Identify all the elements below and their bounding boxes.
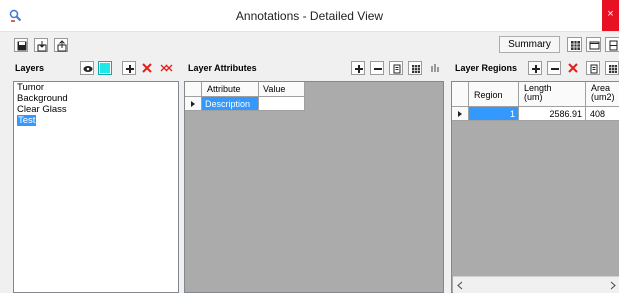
split-view-button[interactable]	[605, 37, 619, 52]
remove-icon	[551, 68, 559, 70]
import-button[interactable]	[34, 38, 48, 52]
split-view-icon	[609, 40, 618, 51]
table-cell-attribute[interactable]: Description	[202, 97, 259, 111]
grid-corner	[185, 82, 202, 97]
add-icon	[355, 65, 363, 73]
add-attribute-button[interactable]	[351, 61, 365, 75]
list-item[interactable]: Tumor	[14, 82, 178, 93]
grid-view-button[interactable]	[567, 37, 582, 52]
column-header-attribute[interactable]: Attribute	[202, 82, 259, 97]
current-row-arrow-icon	[458, 111, 462, 117]
table-cell-length[interactable]: 2586.91	[519, 107, 586, 121]
import-icon	[37, 41, 47, 52]
grid-corner	[452, 82, 469, 107]
add-region-button[interactable]	[528, 61, 542, 75]
current-row-arrow-icon	[191, 101, 195, 107]
layers-list[interactable]: Tumor Background Clear Glass Test	[13, 81, 179, 293]
table-icon	[609, 65, 617, 73]
layer-attributes-grid[interactable]: Attribute Value Description	[184, 81, 444, 293]
summary-button[interactable]: Summary	[499, 36, 560, 53]
scroll-left-icon[interactable]	[456, 281, 464, 290]
column-header-area[interactable]: Area (um2)	[586, 82, 619, 107]
layer-attributes-label: Layer Attributes	[188, 63, 257, 73]
attribute-properties-button[interactable]	[389, 61, 403, 75]
color-fill	[100, 63, 110, 73]
add-layer-button[interactable]	[122, 61, 136, 75]
visibility-toggle[interactable]	[80, 61, 94, 75]
layer-regions-label: Layer Regions	[455, 63, 518, 73]
grid-view-icon	[571, 41, 580, 50]
eye-icon	[83, 66, 93, 72]
single-view-button[interactable]	[586, 37, 601, 52]
column-header-length[interactable]: Length (um)	[519, 82, 586, 107]
row-indicator[interactable]	[185, 97, 202, 111]
delete-layer-button[interactable]	[140, 61, 154, 75]
table-icon	[412, 65, 420, 73]
layer-regions-grid[interactable]: Region Length (um) Area (um2) 1 2586.91 …	[451, 81, 619, 293]
delete-all-layers-button[interactable]	[159, 61, 175, 75]
close-button[interactable]: ×	[602, 0, 619, 31]
row-indicator[interactable]	[452, 107, 469, 121]
layer-name: Background	[17, 93, 68, 104]
list-item-selected[interactable]: Test	[14, 115, 178, 126]
remove-icon	[374, 68, 382, 70]
column-header-value[interactable]: Value	[259, 82, 305, 97]
properties-icon	[590, 64, 598, 74]
remove-region-button[interactable]	[547, 61, 561, 75]
save-button[interactable]	[14, 38, 28, 52]
column-header-region[interactable]: Region	[469, 82, 519, 107]
layer-name: Clear Glass	[17, 104, 67, 115]
single-view-icon	[589, 41, 600, 50]
layer-name: Tumor	[17, 82, 45, 93]
list-item[interactable]: Clear Glass	[14, 104, 178, 115]
layers-label: Layers	[15, 63, 45, 73]
attribute-chart-button[interactable]	[428, 61, 442, 75]
bar-chart-icon	[431, 64, 439, 72]
scroll-right-icon[interactable]	[609, 281, 617, 290]
delete-region-button[interactable]	[566, 61, 580, 75]
attribute-table-button[interactable]	[408, 61, 422, 75]
delete-all-icon	[160, 64, 173, 72]
layer-name: Test	[17, 115, 37, 126]
save-icon	[17, 41, 27, 51]
add-icon	[532, 65, 540, 73]
remove-attribute-button[interactable]	[370, 61, 384, 75]
region-properties-button[interactable]	[586, 61, 600, 75]
table-cell-value[interactable]	[259, 97, 305, 111]
delete-icon	[142, 63, 152, 73]
add-icon	[126, 65, 134, 73]
horizontal-scrollbar[interactable]	[453, 276, 619, 293]
properties-icon	[393, 64, 401, 74]
delete-icon	[568, 63, 578, 73]
table-cell-region[interactable]: 1	[469, 107, 519, 121]
export-button[interactable]	[54, 38, 68, 52]
region-table-button[interactable]	[605, 61, 619, 75]
list-item[interactable]: Background	[14, 93, 178, 104]
window-title: Annotations - Detailed View	[235, 9, 384, 23]
table-cell-area[interactable]: 408	[586, 107, 619, 121]
title-bar: Annotations - Detailed View ×	[0, 0, 619, 32]
export-icon	[57, 40, 67, 52]
layer-color-swatch[interactable]	[98, 61, 112, 75]
